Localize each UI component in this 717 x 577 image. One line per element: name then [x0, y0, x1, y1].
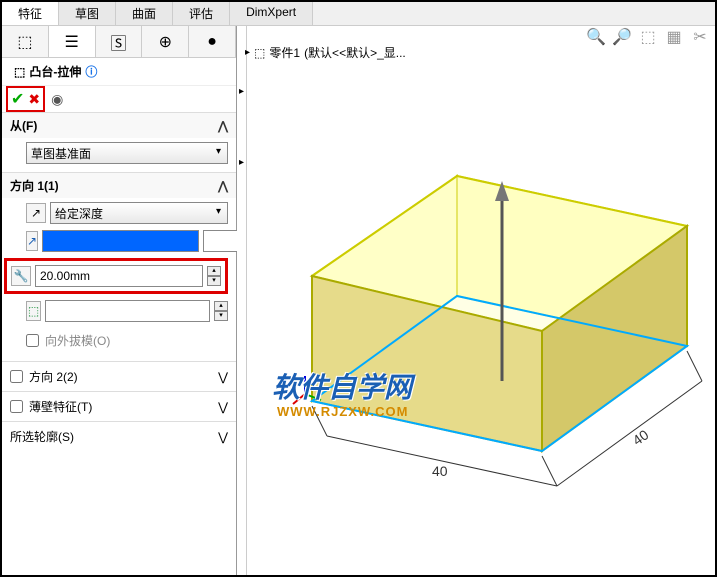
- panel-tab-dimxpert[interactable]: ⊕: [142, 26, 189, 57]
- cube-icon: ⬚: [17, 32, 32, 52]
- splitter-handle-icon[interactable]: ▸: [239, 157, 244, 168]
- depth-spin-down[interactable]: ▾: [207, 276, 221, 286]
- draft-outward-checkbox[interactable]: [26, 334, 39, 347]
- dir2-checkbox[interactable]: [10, 370, 23, 383]
- help-icon[interactable]: ⓘ: [85, 63, 97, 80]
- feature-header: ⬚ 凸台-拉伸 ⓘ: [2, 58, 236, 86]
- thin-label: 薄壁特征(T): [29, 398, 92, 415]
- dir1-label: 方向 1(1): [10, 177, 59, 194]
- property-manager: ⬚ ☰ 🅂 ⊕ ● ⬚ 凸台-拉伸 ⓘ ✔ ✖ ◉ 从(F) ⋀ 草图基准面: [2, 26, 237, 575]
- section-thin[interactable]: 薄壁特征(T) ⋁: [2, 391, 236, 421]
- section-view-icon[interactable]: ✂: [689, 26, 711, 48]
- dim-width: 40: [432, 463, 448, 479]
- section-dir1-header[interactable]: 方向 1(1) ⋀: [2, 173, 236, 198]
- viewport-splitter[interactable]: ▸ ▸: [237, 26, 247, 575]
- view-toolbar: 🔍 🔎 ⬚ ▦ ✂: [585, 26, 711, 48]
- graphics-viewport[interactable]: ▸ ▸ 🔍 🔎 ⬚ ▦ ✂ ▸ ⬚ 零件1 (默认<<默认>_显...: [237, 26, 715, 575]
- depth-spin-up[interactable]: ▴: [207, 266, 221, 276]
- tab-feature[interactable]: 特征: [2, 2, 59, 25]
- tab-surface[interactable]: 曲面: [116, 2, 173, 25]
- section-contour[interactable]: 所选轮廓(S) ⋁: [2, 421, 236, 451]
- draft-field[interactable]: [45, 300, 210, 322]
- chevron-down-icon: ⋁: [218, 400, 228, 414]
- reverse-direction-button[interactable]: ↗: [26, 203, 46, 223]
- tab-sketch[interactable]: 草图: [59, 2, 116, 25]
- depth-icon: 🔧: [11, 266, 31, 286]
- part-name[interactable]: 零件1: [269, 44, 300, 61]
- tab-evaluate[interactable]: 评估: [173, 2, 230, 25]
- feature-title: 凸台-拉伸: [29, 63, 81, 80]
- draft-icon[interactable]: ⬚: [26, 301, 41, 321]
- panel-tab-appearance[interactable]: ●: [189, 26, 236, 57]
- contour-label: 所选轮廓(S): [10, 428, 74, 445]
- section-from: 从(F) ⋀ 草图基准面: [2, 112, 236, 172]
- dir2-label: 方向 2(2): [29, 368, 78, 385]
- view-orientation-icon[interactable]: ⬚: [637, 26, 659, 48]
- zoom-fit-icon[interactable]: 🔍: [585, 26, 607, 48]
- list-icon: ☰: [65, 32, 79, 52]
- chevron-up-icon: ⋀: [218, 179, 228, 193]
- draft-spin-down[interactable]: ▾: [214, 311, 228, 321]
- end-condition-dropdown[interactable]: 给定深度: [50, 202, 228, 224]
- config-icon: 🅂: [110, 30, 126, 54]
- splitter-handle-icon[interactable]: ▸: [239, 86, 244, 97]
- chevron-up-icon: ⋀: [218, 119, 228, 133]
- display-style-icon[interactable]: ▦: [663, 26, 685, 48]
- chevron-down-icon: ⋁: [218, 370, 228, 384]
- thin-checkbox[interactable]: [10, 400, 23, 413]
- section-dir1: 方向 1(1) ⋀ ↗ 给定深度 ↗ ▴ ▾: [2, 172, 236, 361]
- confirm-highlight: ✔ ✖: [6, 86, 45, 112]
- panel-tab-property[interactable]: ☰: [49, 26, 96, 57]
- breadcrumb-expand-icon[interactable]: ▸: [245, 47, 250, 58]
- depth-highlight: 🔧 ▴ ▾: [4, 258, 228, 294]
- direction-vector-icon[interactable]: ↗: [26, 231, 38, 251]
- from-dropdown[interactable]: 草图基准面: [26, 142, 228, 164]
- section-from-header[interactable]: 从(F) ⋀: [2, 113, 236, 138]
- 3d-model-preview[interactable]: 40 40: [287, 146, 707, 531]
- zoom-area-icon[interactable]: 🔎: [611, 26, 633, 48]
- tab-dimxpert[interactable]: DimXpert: [230, 2, 313, 25]
- direction-selection[interactable]: [42, 230, 199, 252]
- panel-tab-config[interactable]: 🅂: [96, 26, 143, 57]
- part-icon: ⬚: [254, 46, 265, 60]
- panel-tab-feature-tree[interactable]: ⬚: [2, 26, 49, 57]
- cancel-button[interactable]: ✖: [28, 91, 40, 108]
- ok-button[interactable]: ✔: [11, 89, 24, 109]
- chevron-down-icon: ⋁: [218, 430, 228, 444]
- extrude-icon: ⬚: [14, 65, 25, 79]
- confirm-row: ✔ ✖ ◉: [2, 86, 236, 112]
- watermark-text: 软件自学网: [272, 366, 412, 406]
- panel-tabs: ⬚ ☰ 🅂 ⊕ ●: [2, 26, 236, 58]
- config-name: (默认<<默认>_显...: [304, 44, 406, 61]
- draft-outward-row: 向外拔模(O): [26, 328, 228, 353]
- depth-input[interactable]: [35, 265, 203, 287]
- from-label: 从(F): [10, 117, 37, 134]
- sphere-icon: ●: [207, 33, 217, 51]
- section-dir2[interactable]: 方向 2(2) ⋁: [2, 361, 236, 391]
- top-tabs: 特征 草图 曲面 评估 DimXpert: [2, 2, 715, 26]
- draft-spin-up[interactable]: ▴: [214, 301, 228, 311]
- feature-breadcrumb: ▸ ⬚ 零件1 (默认<<默认>_显...: [245, 44, 406, 61]
- watermark-url: WWW.RJZXW.COM: [277, 404, 408, 419]
- target-icon: ⊕: [159, 32, 172, 52]
- draft-label: 向外拔模(O): [45, 332, 110, 349]
- dim-depth: 40: [630, 426, 652, 448]
- preview-icon[interactable]: ◉: [51, 91, 63, 108]
